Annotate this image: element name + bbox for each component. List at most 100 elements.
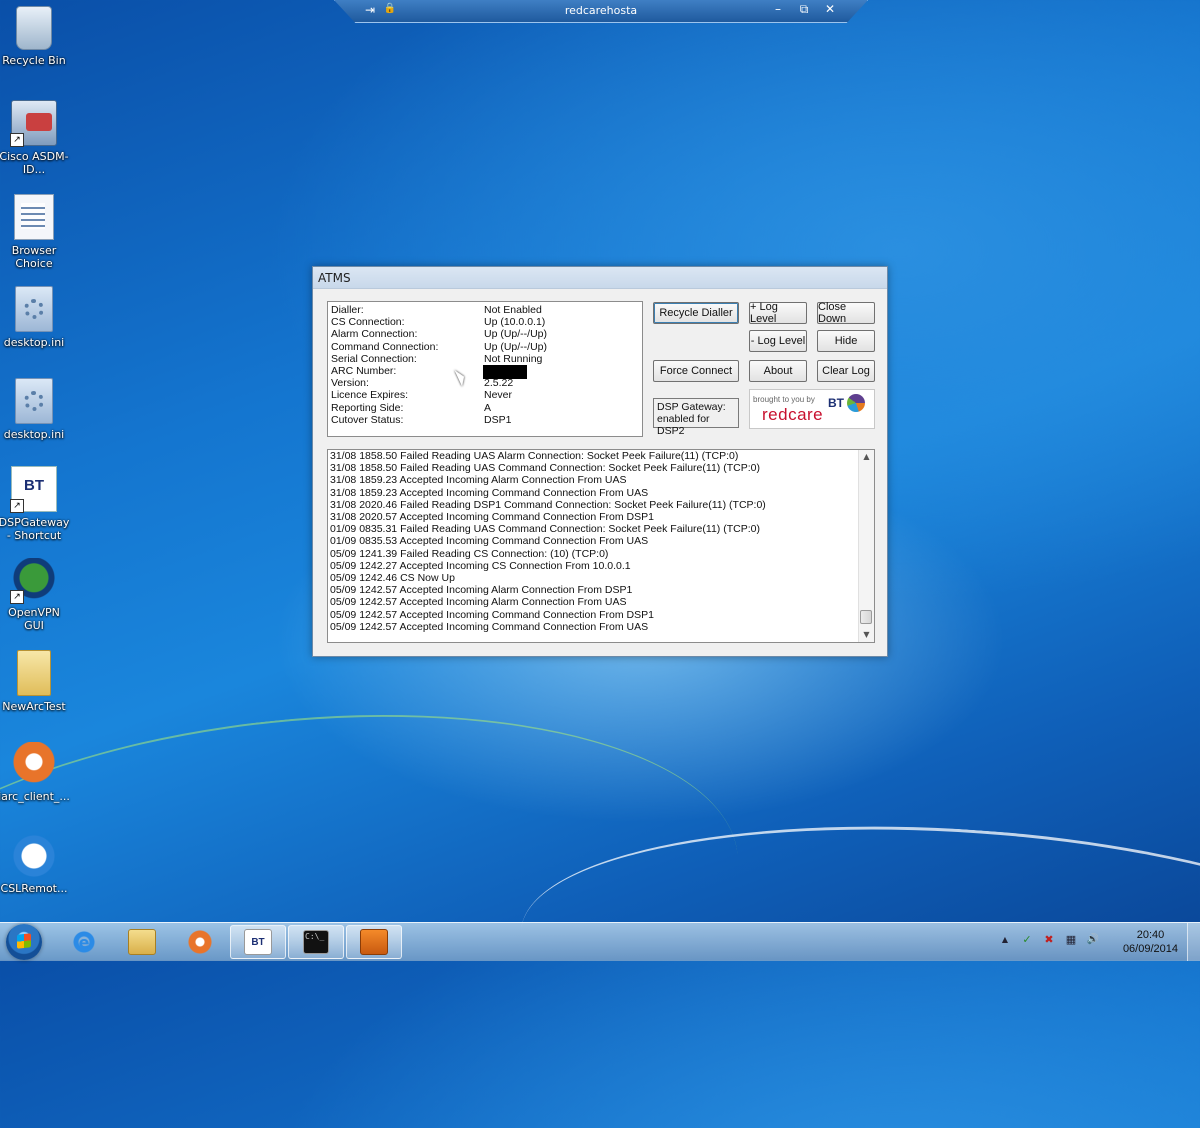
- wallpaper-swoosh: [0, 673, 757, 1128]
- cisco-asdm-icon: ↗: [10, 100, 57, 147]
- log-lines: 31/08 1858.50 Failed Reading UAS Alarm C…: [330, 450, 858, 642]
- close-down-button[interactable]: Close Down: [817, 301, 875, 325]
- log-line: 05/09 1242.27 Accepted Incoming CS Conne…: [330, 559, 631, 572]
- redcare-logo: brought to you by BT redcare: [749, 389, 875, 429]
- desktop-icon-label: iarc_client_...: [0, 790, 70, 803]
- openvpn-gui-icon: ↗: [10, 558, 56, 604]
- desktop-icon-openvpn-gui[interactable]: ↗ OpenVPN GUI: [0, 558, 70, 632]
- decrease-log-level-button[interactable]: - Log Level: [749, 330, 807, 352]
- status-row: CS Connection: Up (10.0.0.1): [331, 316, 639, 328]
- about-button[interactable]: About: [749, 360, 807, 382]
- taskbar-button-media-player[interactable]: [172, 925, 228, 959]
- desktop-icon-label: DSPGateway - Shortcut: [0, 516, 70, 542]
- folder-icon: [17, 650, 51, 696]
- status-row: Alarm Connection: Up (Up/--/Up): [331, 328, 639, 340]
- desktop-icon-desktop-ini-1[interactable]: desktop.ini: [0, 286, 70, 349]
- desktop-icon-desktop-ini-2[interactable]: desktop.ini: [0, 378, 70, 441]
- redcare-brand-text: redcare: [762, 405, 824, 424]
- desktop-icon-recycle-bin[interactable]: Recycle Bin: [0, 6, 70, 67]
- status-key: Dialler:: [331, 304, 364, 316]
- taskbar-button-internet-explorer[interactable]: e: [56, 925, 112, 959]
- command-prompt-icon: C:\_: [303, 930, 329, 954]
- bt-globe-icon: [847, 394, 865, 412]
- taskbar-button-command-prompt[interactable]: C:\_: [288, 925, 344, 959]
- status-key: Reporting Side:: [331, 401, 404, 414]
- status-row: Licence Expires: Never: [331, 389, 639, 401]
- log-line: 31/08 2020.46 Failed Reading DSP1 Comman…: [330, 498, 766, 511]
- status-value: DSP1: [484, 413, 512, 426]
- status-panel: Dialler: Not Enabled CS Connection: Up (10…: [327, 301, 643, 437]
- log-line: 05/09 1242.57 Accepted Incoming Alarm Co…: [330, 596, 627, 609]
- rdp-connection-bar: ⇥ 🔒 redcarehosta – ⧉ ✕: [334, 0, 868, 23]
- log-line: 01/09 0835.53 Accepted Incoming Command …: [330, 535, 649, 548]
- window-title: ATMS: [318, 271, 351, 285]
- status-row: Dialler: Not Enabled: [331, 304, 639, 316]
- folder-icon: [128, 929, 156, 955]
- desktop-icon-label: Recycle Bin: [2, 54, 66, 67]
- recycle-dialler-button[interactable]: Recycle Dialler: [653, 302, 739, 324]
- taskbar-button-windows-explorer[interactable]: [114, 925, 170, 959]
- status-key: Alarm Connection:: [331, 328, 418, 341]
- scroll-up-icon[interactable]: ▲: [859, 450, 874, 464]
- show-hidden-icons-icon[interactable]: ▲: [998, 933, 1012, 947]
- shortcut-arrow-icon: ↗: [10, 499, 24, 513]
- teamviewer-icon: [12, 834, 56, 878]
- clock-date: 06/09/2014: [1122, 943, 1178, 955]
- taskbar-clock[interactable]: 20:40 06/09/2014: [1123, 928, 1178, 956]
- log-listbox[interactable]: 31/08 1858.50 Failed Reading UAS Alarm C…: [327, 449, 875, 643]
- dsp-gateway-status: DSP Gateway: enabled for DSP2: [653, 398, 739, 437]
- desktop-icon-cslremote[interactable]: CSLRemot...: [0, 834, 70, 895]
- minimize-icon[interactable]: –: [771, 2, 785, 17]
- status-row: Reporting Side: A: [331, 402, 639, 414]
- log-line: 31/08 1858.50 Failed Reading UAS Alarm C…: [330, 450, 739, 462]
- openvpn-client-icon: [12, 742, 56, 786]
- atms-titlebar[interactable]: ATMS: [313, 267, 887, 289]
- status-key: CS Connection:: [331, 316, 405, 329]
- force-connect-button[interactable]: Force Connect: [653, 360, 739, 382]
- hide-button[interactable]: Hide: [817, 330, 875, 352]
- taskbar-button-java-app[interactable]: [346, 925, 402, 959]
- status-row: Cutover Status: DSP1: [331, 414, 639, 426]
- bt-icon: ↗: [10, 466, 57, 513]
- status-row: Command Connection: Up (Up/--/Up): [331, 341, 639, 353]
- desktop-icon-label: OpenVPN GUI: [8, 606, 60, 632]
- log-scrollbar[interactable]: ▲ ▼: [858, 450, 874, 642]
- desktop-icon-newarctest[interactable]: NewArcTest: [0, 650, 70, 713]
- cmd-glyph: C:\_: [305, 932, 325, 941]
- internet-explorer-icon: e: [71, 930, 97, 954]
- log-line: 05/09 1242.57 Accepted Incoming Command …: [330, 608, 654, 621]
- status-value: A: [484, 401, 492, 414]
- dsp-gateway-value: enabled for DSP2: [657, 413, 710, 437]
- ini-file-icon: [15, 378, 53, 424]
- logo-tagline: brought to you by: [753, 395, 815, 404]
- log-line: 31/08 1859.23 Accepted Incoming Alarm Co…: [330, 474, 627, 487]
- desktop-icon-cisco-asdm[interactable]: ↗ Cisco ASDM-ID...: [0, 100, 70, 176]
- show-desktop-button[interactable]: [1187, 923, 1200, 961]
- desktop-icon-browser-choice[interactable]: Browser Choice: [0, 194, 70, 270]
- status-value: Not Enabled: [484, 304, 542, 316]
- close-icon[interactable]: ✕: [823, 2, 837, 17]
- network-icon[interactable]: ▦: [1064, 933, 1078, 947]
- java-icon: [360, 929, 388, 955]
- scroll-down-icon[interactable]: ▼: [859, 628, 874, 642]
- taskbar-button-bt-dspgateway[interactable]: BT: [230, 925, 286, 959]
- desktop-icon-iarc-client[interactable]: iarc_client_...: [0, 742, 70, 803]
- volume-icon[interactable]: 🔊: [1086, 933, 1100, 947]
- increase-log-level-button[interactable]: + Log Level: [749, 301, 807, 325]
- log-line: 31/08 2020.57 Accepted Incoming Command …: [330, 511, 654, 524]
- scroll-thumb[interactable]: [860, 610, 872, 624]
- start-button[interactable]: [6, 924, 42, 960]
- status-value: Up (10.0.0.1): [484, 316, 546, 329]
- restore-icon[interactable]: ⧉: [797, 2, 811, 17]
- atms-window: ATMS Dialler: Not Enabled CS Connection: U…: [312, 266, 888, 657]
- ini-file-icon: [15, 286, 53, 332]
- dsp-gateway-label: DSP Gateway:: [657, 401, 726, 413]
- network-error-icon[interactable]: ✖: [1042, 933, 1056, 947]
- status-key: Command Connection:: [331, 340, 439, 353]
- bt-icon: BT: [244, 929, 272, 955]
- status-value: Not Running: [484, 352, 543, 365]
- desktop-icon-dspgateway-shortcut[interactable]: ↗ DSPGateway - Shortcut: [0, 466, 70, 542]
- security-shield-icon[interactable]: ✓: [1020, 933, 1034, 947]
- desktop-icon-label: Browser Choice: [11, 244, 57, 270]
- clear-log-button[interactable]: Clear Log: [817, 360, 875, 382]
